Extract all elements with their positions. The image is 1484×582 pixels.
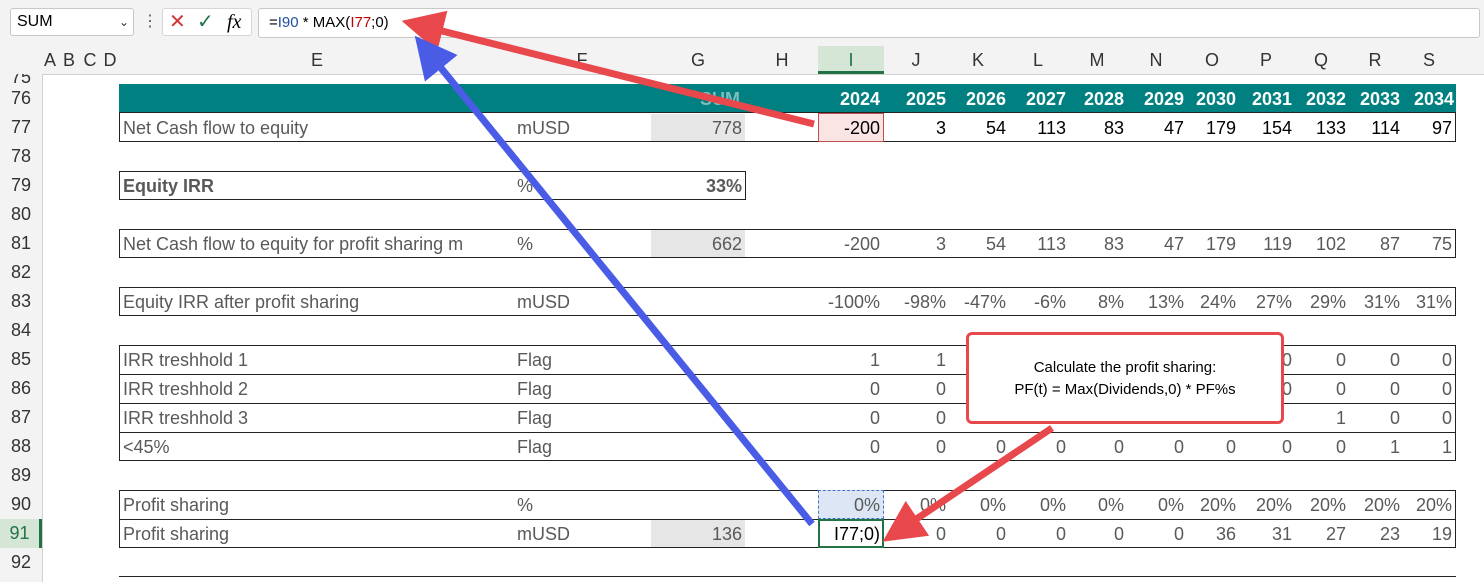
red-arrow-to-i77-ref (401, 10, 815, 128)
annotation-arrows (401, 10, 1054, 542)
blue-arrow-to-i90-ref (414, 35, 815, 527)
red-arrow-to-active-cell (882, 425, 1054, 542)
